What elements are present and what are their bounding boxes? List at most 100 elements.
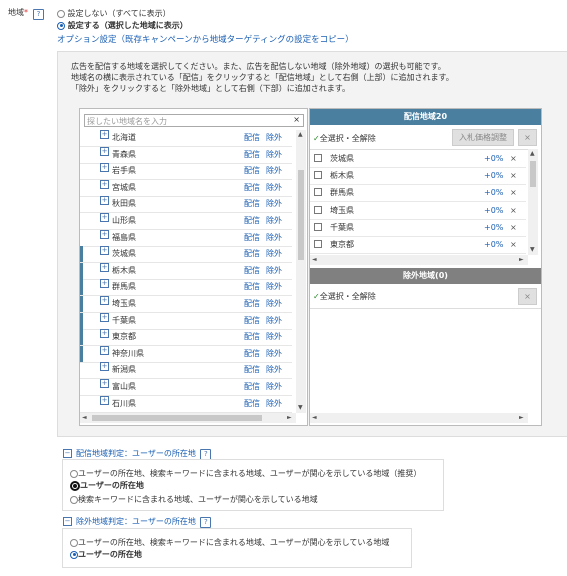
delivery-option-3[interactable]: 検索キーワードに含まれる地域、ユーザーが関心を示している地域 [70, 494, 318, 505]
exclude-link[interactable]: 除外 [266, 263, 282, 279]
expand-icon[interactable]: + [100, 262, 109, 272]
deliver-link[interactable]: 配信 [244, 180, 260, 196]
exclude-link[interactable]: 除外 [266, 130, 282, 146]
exclude-link[interactable]: 除外 [266, 213, 282, 229]
expand-icon[interactable]: + [100, 163, 109, 173]
deliver-link[interactable]: 配信 [244, 230, 260, 246]
exclude-link[interactable]: 除外 [266, 346, 282, 362]
radio-icon[interactable] [70, 469, 78, 478]
prefecture-hscrollbar[interactable]: ◄ ► [80, 413, 296, 423]
radio-region-none[interactable]: 設定しない（すべてに表示） [57, 8, 171, 19]
expand-icon[interactable]: + [100, 296, 109, 305]
delivery-item-bid[interactable]: +0% [484, 184, 503, 201]
exclude-link[interactable]: 除外 [266, 279, 282, 295]
deliver-link[interactable]: 配信 [244, 130, 260, 146]
deliver-link[interactable]: 配信 [244, 279, 260, 295]
deliver-link[interactable]: 配信 [244, 147, 260, 163]
expand-icon[interactable]: + [100, 279, 109, 289]
delivery-item-remove-icon[interactable]: × [510, 150, 517, 167]
exclude-link[interactable]: 除外 [266, 147, 282, 163]
collapse-icon[interactable]: − [63, 449, 72, 458]
delivery-item-bid[interactable]: +0% [484, 150, 503, 167]
exclude-link[interactable]: 除外 [266, 163, 282, 179]
deliver-link[interactable]: 配信 [244, 196, 260, 212]
deliver-link[interactable]: 配信 [244, 296, 260, 312]
delivery-scroll-thumb[interactable] [530, 161, 536, 187]
prefecture-scrollbar[interactable]: ▲ ▼ [296, 130, 306, 413]
delivery-select-all[interactable]: ✓全選択・全解除 [313, 133, 376, 144]
delivery-item-bid[interactable]: +0% [484, 167, 503, 184]
deliver-link[interactable]: 配信 [244, 263, 260, 279]
expand-icon[interactable]: + [100, 329, 109, 339]
radio-none-icon[interactable] [57, 9, 65, 18]
exclude-link[interactable]: 除外 [266, 246, 282, 262]
radio-icon[interactable] [70, 538, 78, 547]
expand-icon[interactable]: + [100, 146, 109, 156]
exclude-judgement-title[interactable]: − 除外地域判定：ユーザーの所在地 ? [63, 516, 212, 528]
delivery-item-bid[interactable]: +0% [484, 236, 503, 253]
exclude-remove-all-button[interactable]: × [518, 288, 537, 305]
prefecture-hscroll-thumb[interactable] [92, 415, 262, 421]
deliver-link[interactable]: 配信 [244, 346, 260, 362]
prefecture-scroll-thumb[interactable] [298, 170, 304, 260]
delivery-item-checkbox[interactable] [314, 154, 322, 162]
deliver-link[interactable]: 配信 [244, 362, 260, 378]
delivery-remove-all-button[interactable]: × [518, 129, 537, 146]
expand-icon[interactable]: + [100, 196, 109, 206]
radio-region-set[interactable]: 設定する（選択した地域に表示） [57, 20, 188, 31]
exclude-link[interactable]: 除外 [266, 362, 282, 378]
expand-icon[interactable]: + [100, 229, 109, 239]
expand-icon[interactable]: + [100, 395, 109, 405]
exclude-link[interactable]: 除外 [266, 230, 282, 246]
region-help-icon[interactable]: ? [33, 9, 44, 20]
exclude-judgement-help-icon[interactable]: ? [200, 517, 212, 528]
expand-icon[interactable]: + [100, 130, 109, 139]
option-settings-link[interactable]: オプション設定（既存キャンペーンから地域ターゲティングの設定をコピー） [57, 33, 354, 45]
search-clear-icon[interactable]: × [293, 115, 300, 124]
delivery-item-checkbox[interactable] [314, 205, 322, 214]
exclude-link[interactable]: 除外 [266, 313, 282, 329]
delivery-item-bid[interactable]: +0% [484, 219, 503, 236]
deliver-link[interactable]: 配信 [244, 379, 260, 395]
radio-selected-icon[interactable] [70, 550, 78, 559]
exclude-option-2[interactable]: ユーザーの所在地 [70, 549, 142, 560]
exclude-hscrollbar[interactable]: ◄ ► [310, 413, 528, 423]
expand-icon[interactable]: + [100, 312, 109, 322]
delivery-item-checkbox[interactable] [314, 240, 322, 248]
exclude-link[interactable]: 除外 [266, 196, 282, 212]
collapse-icon[interactable]: − [63, 517, 72, 526]
expand-icon[interactable]: + [100, 379, 109, 388]
search-box[interactable]: 探したい地域名を入力 × [84, 114, 304, 127]
delivery-scrollbar[interactable]: ▲ ▼ [528, 149, 538, 255]
expand-icon[interactable]: + [100, 179, 109, 189]
delivery-option-2[interactable]: ユーザーの所在地 [70, 480, 144, 491]
bid-adjust-button[interactable]: 入札価格調整 [452, 129, 514, 146]
exclude-option-1[interactable]: ユーザーの所在地、検索キーワードに含まれる地域、ユーザーが関心を示している地域 [70, 537, 389, 548]
expand-icon[interactable]: + [100, 246, 109, 256]
deliver-link[interactable]: 配信 [244, 213, 260, 229]
expand-icon[interactable]: + [100, 213, 109, 222]
radio-selected-icon[interactable] [70, 480, 80, 491]
delivery-item-checkbox[interactable] [314, 222, 322, 231]
delivery-item-remove-icon[interactable]: × [510, 236, 517, 253]
delivery-item-checkbox[interactable] [314, 171, 322, 180]
deliver-link[interactable]: 配信 [244, 313, 260, 329]
search-input[interactable]: 探したい地域名を入力 [87, 116, 167, 127]
radio-set-icon[interactable] [57, 21, 65, 30]
exclude-link[interactable]: 除外 [266, 296, 282, 312]
delivery-option-1[interactable]: ユーザーの所在地、検索キーワードに含まれる地域、ユーザーが関心を示している地域（… [70, 468, 421, 479]
deliver-link[interactable]: 配信 [244, 329, 260, 345]
delivery-hscrollbar[interactable]: ◄ ► [310, 255, 528, 265]
delivery-item-remove-icon[interactable]: × [510, 184, 517, 201]
expand-icon[interactable]: + [100, 345, 109, 355]
delivery-item-bid[interactable]: +0% [484, 202, 503, 219]
exclude-select-all[interactable]: ✓全選択・全解除 [313, 291, 376, 302]
exclude-link[interactable]: 除外 [266, 379, 282, 395]
delivery-item-remove-icon[interactable]: × [510, 167, 517, 184]
deliver-link[interactable]: 配信 [244, 246, 260, 262]
delivery-item-remove-icon[interactable]: × [510, 219, 517, 236]
deliver-link[interactable]: 配信 [244, 396, 260, 412]
expand-icon[interactable]: + [100, 362, 109, 372]
delivery-item-checkbox[interactable] [314, 188, 322, 197]
exclude-link[interactable]: 除外 [266, 180, 282, 196]
